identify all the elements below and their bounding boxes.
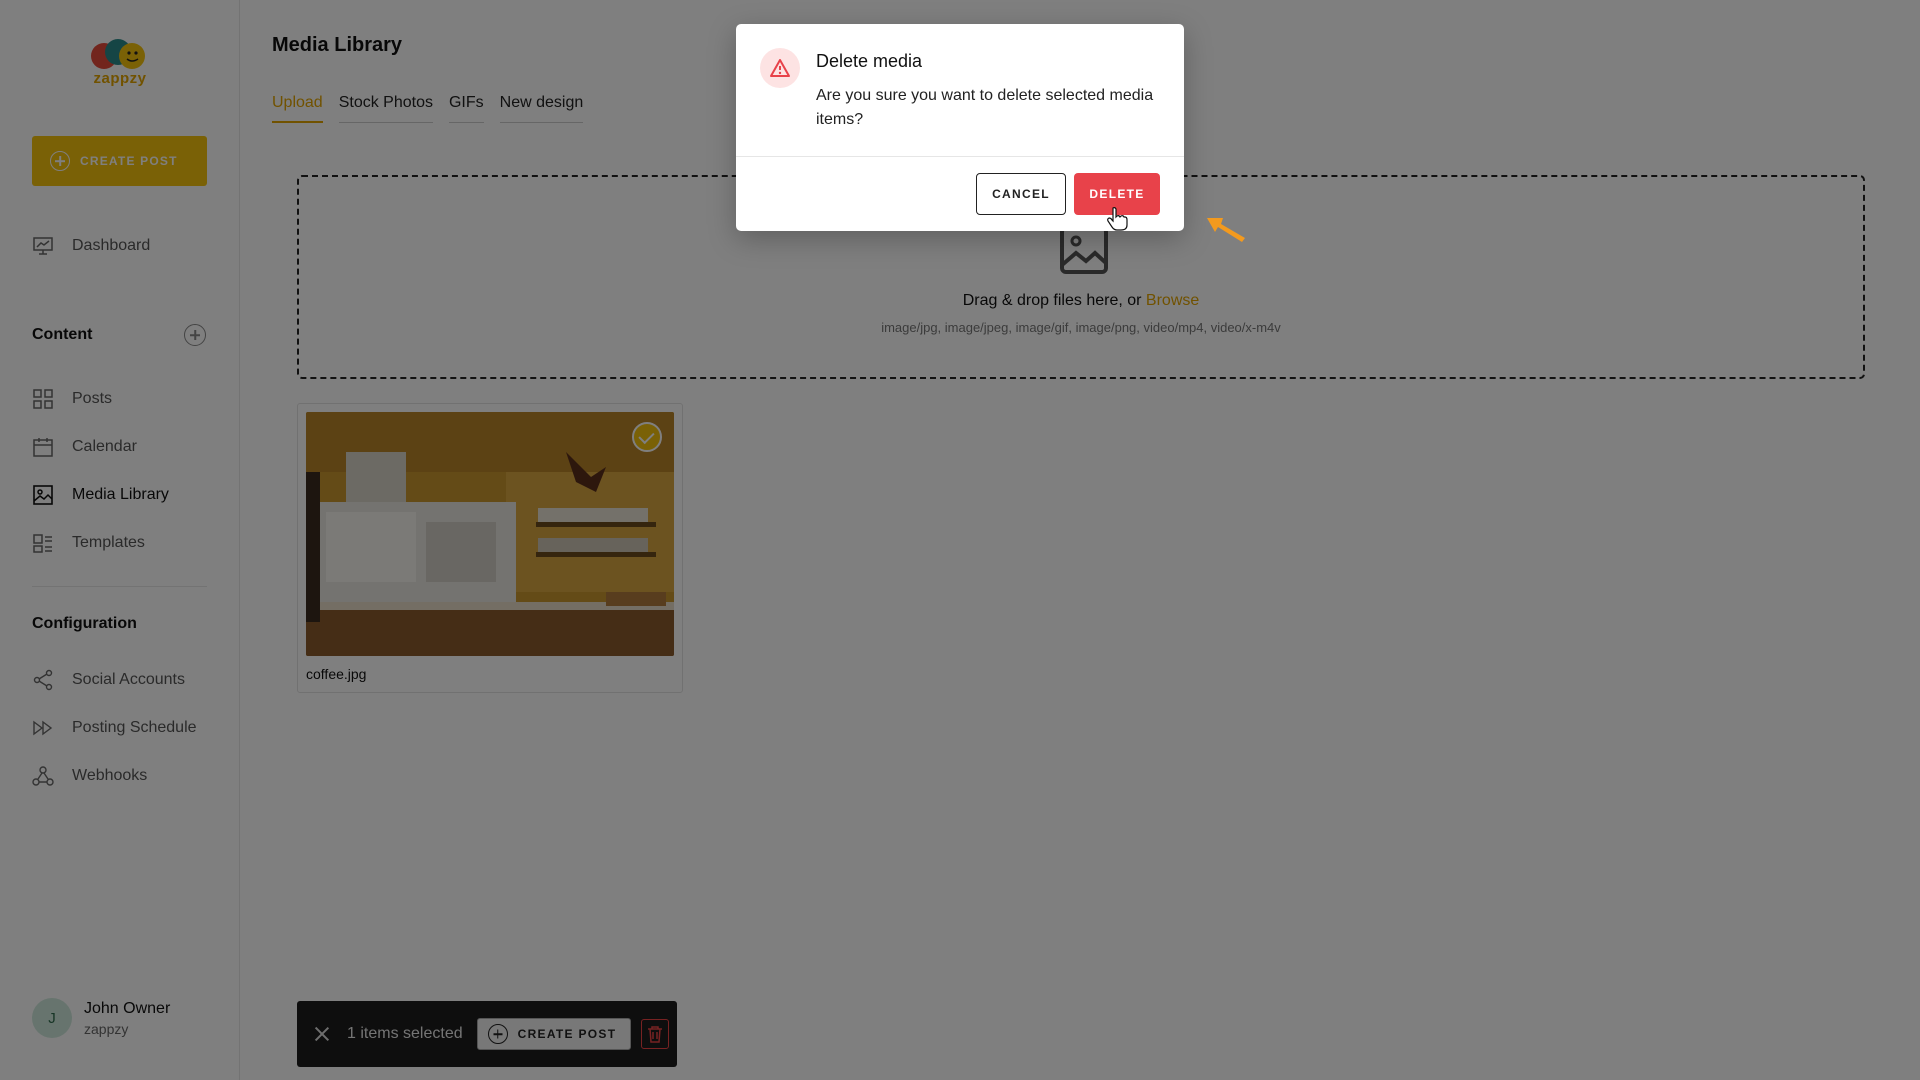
hand-pointer-icon — [1107, 207, 1128, 231]
delete-media-dialog: Delete media Are you sure you want to de… — [736, 24, 1184, 231]
dialog-title: Delete media — [816, 51, 923, 71]
warning-icon — [760, 48, 800, 88]
dialog-divider — [736, 156, 1184, 157]
annotation-arrow-icon — [1207, 218, 1245, 242]
cancel-button[interactable]: CANCEL — [976, 173, 1066, 215]
dialog-message: Are you sure you want to delete selected… — [816, 87, 1154, 128]
